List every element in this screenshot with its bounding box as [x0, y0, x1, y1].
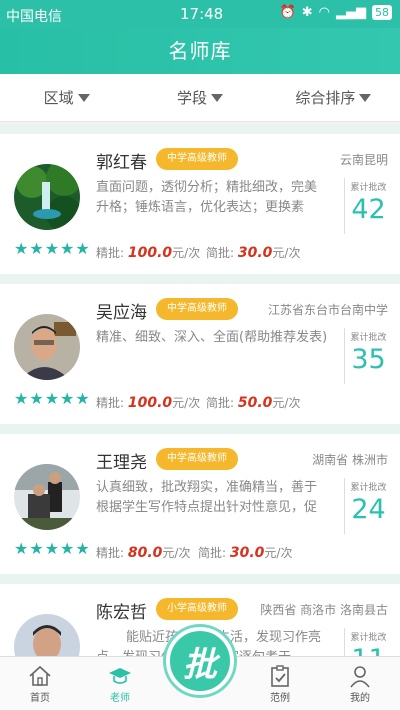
- card-divider: [0, 574, 400, 584]
- star-icon: ★: [44, 239, 60, 258]
- nav-profile[interactable]: 我的: [320, 657, 400, 710]
- star-icon: ★: [29, 539, 44, 558]
- home-icon: [29, 665, 51, 686]
- avatar: [14, 464, 80, 530]
- teacher-region: 陕西省 商洛市 洛南县古: [260, 603, 388, 617]
- clipboard-check-icon: [271, 665, 289, 687]
- star-icon: ★: [75, 539, 90, 558]
- rating-stars: ★ ★ ★ ★ ★: [14, 241, 90, 257]
- simple-price: 简批: 50.0元/次: [206, 395, 301, 411]
- count-label: 累计批改: [350, 633, 387, 643]
- title-badge: 中学高级教师: [156, 298, 238, 320]
- bottom-nav: 首页 老师 批 范例 我的: [0, 627, 400, 710]
- nav-home[interactable]: 首页: [0, 657, 80, 710]
- status-icons: ⏰ ✱ ◠ ▂▄▆ 58: [280, 5, 392, 20]
- star-icon: ★: [44, 539, 60, 558]
- teacher-description: 精准、细致、深入、全面(帮助推荐发表): [96, 330, 328, 345]
- correction-count: 累计批改 35: [344, 328, 392, 384]
- count-value: 11: [345, 643, 392, 656]
- nav-label: 范例: [270, 693, 290, 704]
- signal-icon: ▂▄▆: [336, 5, 366, 20]
- teacher-card[interactable]: 吴应海 中学高级教师 江苏省东台市台南中学 精准、细致、深入、全面(帮助推荐发表…: [0, 274, 400, 424]
- card-divider: [0, 274, 400, 284]
- teacher-description: 认真细致，批改翔实，准确精当，善于根据学生写作特点提出针对性意见，促: [96, 480, 318, 515]
- carrier-name: 中国电信: [6, 9, 62, 25]
- battery-icon: 58: [372, 5, 392, 20]
- card-divider: [0, 124, 400, 134]
- star-icon: ★: [60, 239, 75, 258]
- nav-teachers[interactable]: 老师: [80, 657, 160, 710]
- dropdown-arrow-icon: [359, 93, 372, 102]
- simple-price: 简批: 30.0元/次: [198, 545, 293, 561]
- title-badge: 中学高级教师: [156, 448, 238, 470]
- dropdown-arrow-icon: [211, 93, 223, 102]
- correction-count: 累计批改 24: [344, 478, 392, 534]
- teacher-list[interactable]: 郭红春 中学高级教师 云南昆明 直面问题，透彻分析；精批细改，完美升格；锤炼语言…: [0, 124, 400, 656]
- count-value: 42: [351, 194, 386, 225]
- teacher-card[interactable]: 王理尧 中学高级教师 湖南省 株洲市 认真细致，批改翔实，准确精当，善于根据学生…: [0, 424, 400, 574]
- nav-center: 批: [160, 627, 240, 710]
- count-label: 累计批改: [350, 483, 387, 493]
- alarm-icon: ⏰: [279, 5, 296, 20]
- teacher-card[interactable]: 郭红春 中学高级教师 云南昆明 直面问题，透彻分析；精批细改，完美升格；锤炼语言…: [0, 124, 400, 274]
- star-icon: ★: [60, 539, 75, 558]
- wifi-icon: ◠: [318, 5, 330, 20]
- correction-action-button[interactable]: 批: [166, 627, 234, 695]
- star-icon: ★: [29, 389, 44, 408]
- count-value: 35: [351, 344, 386, 375]
- filter-bar: 区域 学段 综合排序: [0, 74, 400, 122]
- correction-count: 累计批改 11: [344, 628, 392, 656]
- title-badge: 中学高级教师: [156, 148, 238, 170]
- nav-label: 老师: [110, 693, 130, 704]
- fine-price: 精批: 100.0元/次: [96, 395, 201, 411]
- avatar: [14, 314, 80, 380]
- status-bar: 中国电信 17:48 ⏰ ✱ ◠ ▂▄▆ 58: [0, 0, 400, 28]
- nav-label: 我的: [350, 693, 370, 704]
- correction-count: 累计批改 42: [344, 178, 392, 234]
- simple-price: 简批: 30.0元/次: [206, 245, 301, 261]
- avatar: [14, 614, 80, 656]
- page-title: 名师库: [0, 28, 400, 74]
- title-badge: 小学高级教师: [156, 598, 238, 620]
- nav-examples[interactable]: 范例: [240, 657, 320, 710]
- filter-label: 区域: [43, 89, 74, 107]
- teacher-name: 郭红春: [96, 153, 147, 173]
- filter-label: 综合排序: [295, 89, 356, 107]
- teacher-name: 王理尧: [96, 453, 147, 473]
- count-label: 累计批改: [350, 183, 387, 193]
- count-label: 累计批改: [350, 333, 387, 343]
- star-icon: ★: [14, 239, 29, 258]
- brand-logo: 批: [183, 644, 217, 685]
- count-value: 24: [351, 494, 386, 525]
- filter-label: 学段: [176, 89, 207, 107]
- star-icon: ★: [44, 389, 60, 408]
- clock: 17:48: [180, 5, 224, 23]
- teacher-region: 江苏省东台市台南中学: [267, 303, 388, 317]
- star-icon: ★: [60, 389, 75, 408]
- avatar: [14, 164, 80, 230]
- rating-stars: ★ ★ ★ ★ ★: [14, 391, 90, 407]
- teacher-region: 云南昆明: [339, 153, 388, 167]
- teacher-description: 直面问题，透彻分析；精批细改，完美升格；锤炼语言，优化表达；更换素: [96, 180, 318, 215]
- fine-price: 精批: 80.0元/次: [96, 545, 191, 561]
- star-icon: ★: [14, 539, 29, 558]
- dropdown-arrow-icon: [77, 93, 90, 102]
- filter-region[interactable]: 区域: [0, 74, 133, 121]
- teacher-name: 吴应海: [96, 303, 147, 323]
- teacher-region: 湖南省 株洲市: [312, 453, 388, 467]
- graduation-cap-icon: [109, 668, 131, 684]
- card-divider: [0, 424, 400, 434]
- filter-stage[interactable]: 学段: [133, 74, 266, 121]
- rating-stars: ★ ★ ★ ★ ★: [14, 541, 90, 557]
- teacher-name: 陈宏哲: [96, 603, 147, 623]
- nav-label: 首页: [30, 693, 50, 704]
- user-icon: [350, 666, 370, 688]
- star-icon: ★: [75, 389, 90, 408]
- bluetooth-icon: ✱: [301, 5, 313, 20]
- fine-price: 精批: 100.0元/次: [96, 245, 201, 261]
- filter-sort[interactable]: 综合排序: [267, 74, 400, 121]
- star-icon: ★: [14, 389, 29, 408]
- star-icon: ★: [29, 239, 44, 258]
- star-icon: ★: [75, 239, 90, 258]
